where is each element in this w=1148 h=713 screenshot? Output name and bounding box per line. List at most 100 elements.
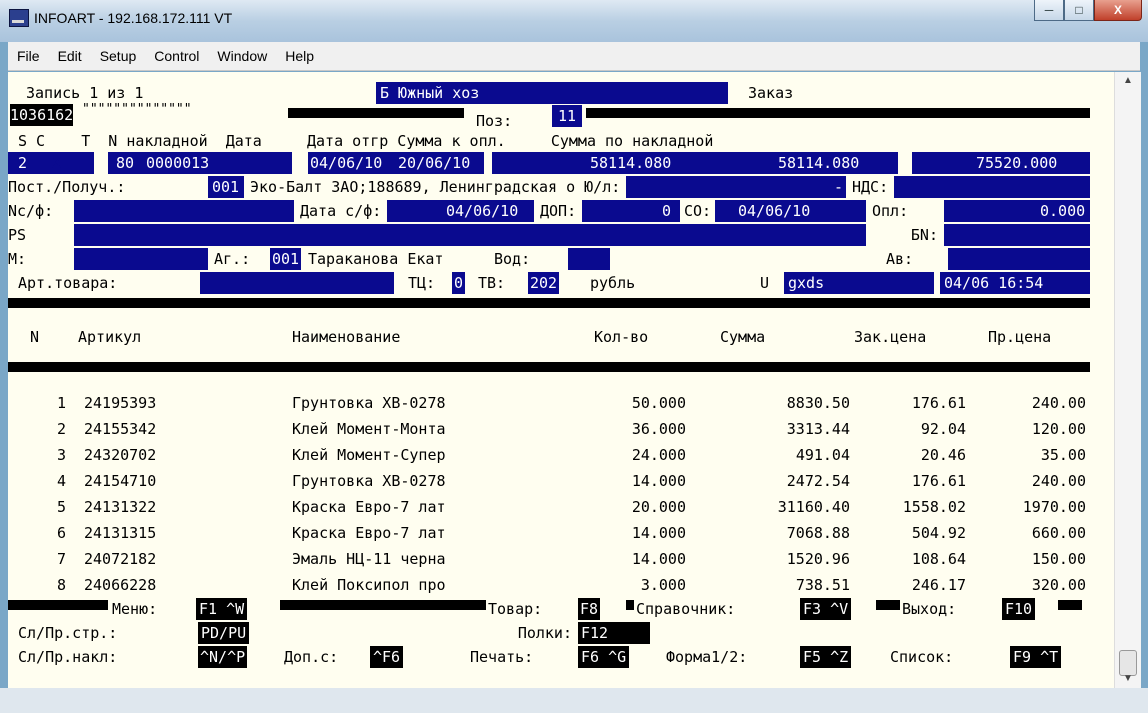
sum-to-pay[interactable]: 58114.080 bbox=[590, 152, 671, 174]
co-label: CO: bbox=[680, 200, 716, 222]
nsf-label: Nc/ф: bbox=[8, 202, 54, 220]
menu-control[interactable]: Control bbox=[145, 48, 208, 64]
cell-sum: 7068.88 bbox=[786, 524, 850, 542]
article-input[interactable] bbox=[200, 272, 394, 294]
separator-bar bbox=[1058, 600, 1082, 610]
cell-price: 240.00 bbox=[1031, 394, 1086, 412]
ship-date[interactable]: 20/06/10 bbox=[398, 152, 470, 174]
date-sf-value[interactable]: 04/06/10 bbox=[446, 200, 518, 222]
cell-sum: 8830.50 bbox=[786, 394, 850, 412]
print-key[interactable]: F6 ^G bbox=[578, 646, 630, 668]
agent-code[interactable]: 001 bbox=[270, 248, 302, 270]
exit-key-label: Выход: bbox=[902, 600, 957, 618]
form-key[interactable]: F5 ^Z bbox=[800, 646, 852, 668]
cell-qty: 50.000 bbox=[631, 394, 686, 412]
extra-key-label: Доп.с: bbox=[284, 648, 339, 666]
av-field[interactable] bbox=[948, 248, 1090, 270]
page-key-label: Сл/Пр.стр.: bbox=[18, 624, 118, 642]
tv-label: ТВ: bbox=[478, 274, 506, 292]
m-field[interactable] bbox=[74, 248, 208, 270]
gap bbox=[898, 152, 912, 174]
cell-article: 24131322 bbox=[84, 498, 157, 516]
cell-qty: 14.000 bbox=[631, 524, 686, 542]
separator-bar bbox=[626, 600, 634, 610]
status-bar bbox=[0, 688, 1148, 713]
header-sum: Сумма bbox=[720, 328, 766, 346]
menu-edit[interactable]: Edit bbox=[49, 48, 91, 64]
invoice-number[interactable]: 0000013 bbox=[146, 152, 209, 174]
terminal-window: INFOART - 192.168.172.111 VT ─ □ X File … bbox=[0, 0, 1148, 713]
goods-key[interactable]: F8 bbox=[578, 598, 601, 620]
cell-n: 3 bbox=[56, 446, 66, 464]
co-value[interactable]: 04/06/10 bbox=[738, 200, 810, 222]
list-key[interactable]: F9 ^T bbox=[1010, 646, 1062, 668]
cell-n: 8 bbox=[56, 576, 66, 594]
form-key-label: Форма1/2: bbox=[666, 648, 748, 666]
field-c[interactable]: X bbox=[52, 152, 61, 174]
close-button[interactable]: X bbox=[1094, 0, 1142, 21]
extra-key[interactable]: ^F6 bbox=[370, 646, 404, 668]
separator-bar bbox=[8, 298, 1090, 308]
maximize-button[interactable]: □ bbox=[1064, 0, 1094, 21]
supplier-dash: - bbox=[834, 178, 844, 196]
cell-name: Клей Момент-Монта bbox=[292, 420, 446, 438]
terminal-screen[interactable]: Запись 1 из 1 Б Южный хоз Заказ 1036162 … bbox=[8, 72, 1114, 688]
field-t[interactable]: 80 bbox=[116, 152, 134, 174]
menu-file[interactable]: File bbox=[8, 48, 49, 64]
cell-sum: 491.04 bbox=[795, 446, 850, 464]
shelves-key[interactable]: F12 bbox=[578, 622, 650, 644]
cell-order-price: 108.64 bbox=[911, 550, 966, 568]
cell-n: 1 bbox=[56, 394, 66, 412]
tv-value[interactable]: 202 bbox=[528, 272, 560, 294]
cell-name: Грунтовка ХВ-0278 bbox=[292, 394, 446, 412]
user-field[interactable]: gxds bbox=[788, 272, 824, 294]
datetime: 04/06 16:54 bbox=[944, 274, 1044, 292]
sum-total[interactable]: 75520.000 bbox=[976, 152, 1057, 174]
scroll-down-icon[interactable]: ▼ bbox=[1115, 670, 1141, 688]
cell-n: 6 bbox=[56, 524, 66, 542]
separator-bar bbox=[288, 108, 464, 118]
cell-name: Эмаль НЦ-11 черна bbox=[292, 550, 446, 568]
tc-value[interactable]: 0 bbox=[452, 272, 466, 294]
header-price: Пр.цена bbox=[988, 328, 1052, 346]
cell-name: Клей Поксипол про bbox=[292, 576, 446, 594]
cell-order-price: 504.92 bbox=[911, 524, 966, 542]
menu-key[interactable]: F1 ^W bbox=[196, 598, 248, 620]
cell-order-price: 92.04 bbox=[920, 420, 966, 438]
currency: рубль bbox=[590, 274, 636, 292]
minimize-button[interactable]: ─ bbox=[1034, 0, 1064, 21]
dop-value[interactable]: 0 bbox=[662, 200, 671, 222]
ps-label: PS bbox=[8, 226, 27, 244]
reference-key[interactable]: F3 ^V bbox=[800, 598, 852, 620]
menu-help[interactable]: Help bbox=[276, 48, 323, 64]
position-value[interactable]: 11 bbox=[552, 105, 583, 127]
paid-value[interactable]: 0.000 bbox=[1040, 200, 1085, 222]
scroll-up-icon[interactable]: ▲ bbox=[1115, 72, 1141, 90]
position-label: Поз: bbox=[476, 112, 513, 130]
supplier-code[interactable]: 001 bbox=[212, 176, 239, 198]
bn-label: БN: bbox=[866, 224, 944, 246]
date-sf-label: Дата с/ф: bbox=[294, 200, 388, 222]
dop-label: ДОП: bbox=[534, 200, 583, 222]
driver-field[interactable] bbox=[568, 248, 610, 270]
list-key-label: Список: bbox=[890, 648, 954, 666]
menu-window[interactable]: Window bbox=[208, 48, 276, 64]
cell-qty: 36.000 bbox=[631, 420, 686, 438]
invoice-nav-key[interactable]: ^N/^P bbox=[198, 646, 248, 668]
title-bar[interactable]: INFOART - 192.168.172.111 VT ─ □ X bbox=[0, 0, 1148, 42]
invoice-date[interactable]: 04/06/10 bbox=[310, 152, 382, 174]
av-label: Ав: bbox=[886, 250, 914, 268]
reference-key-label: Справочник: bbox=[636, 600, 736, 618]
cell-price: 150.00 bbox=[1031, 550, 1086, 568]
exit-key[interactable]: F10 bbox=[1002, 598, 1036, 620]
sum-invoice[interactable]: 58114.080 bbox=[778, 152, 859, 174]
field-s[interactable]: 2 bbox=[18, 152, 27, 174]
separator-bar bbox=[8, 600, 108, 610]
company-field[interactable]: Б Южный хоз bbox=[380, 82, 479, 104]
cell-price: 1970.00 bbox=[1022, 498, 1086, 516]
page-key[interactable]: PD/PU bbox=[198, 622, 250, 644]
code-field[interactable]: 1036162 bbox=[10, 104, 74, 126]
vertical-scrollbar[interactable]: ▲ ▼ bbox=[1114, 72, 1141, 688]
agent-name: Тараканова Екат bbox=[308, 250, 444, 268]
menu-setup[interactable]: Setup bbox=[91, 48, 146, 64]
